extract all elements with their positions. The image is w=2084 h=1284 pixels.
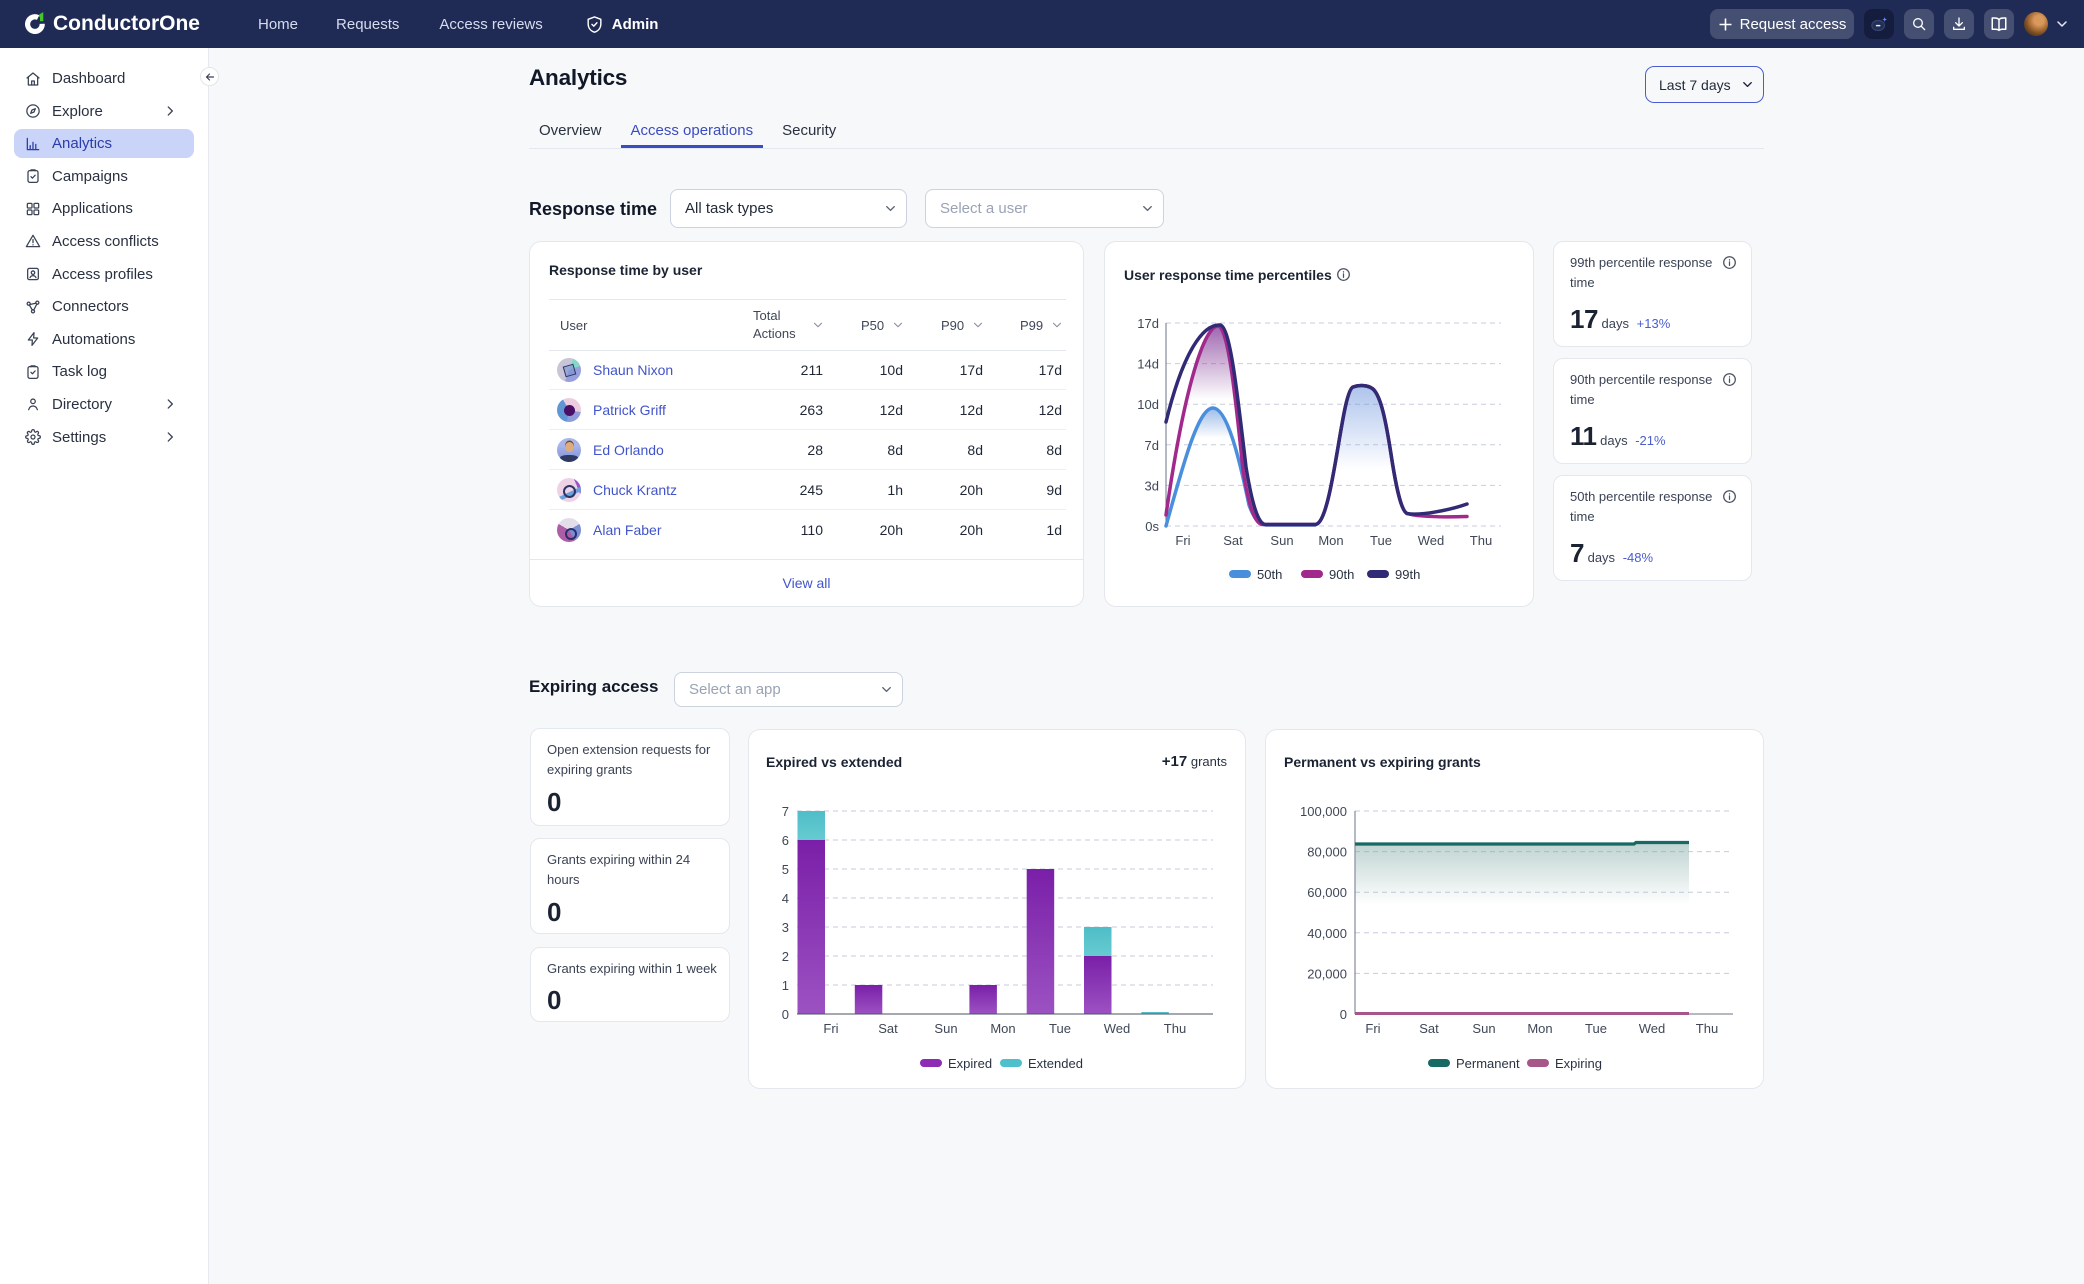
svg-text:1: 1 (782, 978, 789, 993)
svg-text:50th: 50th (1257, 567, 1282, 582)
svg-text:3: 3 (782, 920, 789, 935)
svg-text:14d: 14d (1137, 357, 1159, 372)
svg-text:Wed: Wed (1418, 533, 1445, 548)
svg-text:Extended: Extended (1028, 1056, 1083, 1071)
svg-text:Expiring: Expiring (1555, 1056, 1602, 1071)
svg-text:Permanent: Permanent (1456, 1056, 1520, 1071)
svg-text:2: 2 (782, 949, 789, 964)
svg-text:Mon: Mon (990, 1021, 1015, 1036)
svg-text:0: 0 (1340, 1007, 1347, 1022)
svg-text:Thu: Thu (1470, 533, 1492, 548)
svg-text:10d: 10d (1137, 397, 1159, 412)
svg-text:Sat: Sat (878, 1021, 898, 1036)
svg-text:99th: 99th (1395, 567, 1420, 582)
svg-text:80,000: 80,000 (1307, 845, 1347, 860)
svg-text:Fri: Fri (1175, 533, 1190, 548)
svg-text:Sun: Sun (1270, 533, 1293, 548)
svg-text:40,000: 40,000 (1307, 926, 1347, 941)
svg-text:6: 6 (782, 833, 789, 848)
svg-text:0: 0 (782, 1007, 789, 1022)
svg-text:100,000: 100,000 (1300, 804, 1347, 819)
svg-text:Sun: Sun (934, 1021, 957, 1036)
svg-text:Sun: Sun (1472, 1021, 1495, 1036)
svg-text:Tue: Tue (1049, 1021, 1071, 1036)
svg-text:Fri: Fri (823, 1021, 838, 1036)
svg-text:Tue: Tue (1585, 1021, 1607, 1036)
svg-text:Expired: Expired (948, 1056, 992, 1071)
svg-text:Sat: Sat (1419, 1021, 1439, 1036)
svg-text:Fri: Fri (1365, 1021, 1380, 1036)
svg-text:7d: 7d (1145, 438, 1159, 453)
svg-text:20,000: 20,000 (1307, 966, 1347, 981)
svg-text:Tue: Tue (1370, 533, 1392, 548)
svg-text:Wed: Wed (1104, 1021, 1131, 1036)
svg-text:60,000: 60,000 (1307, 885, 1347, 900)
svg-text:4: 4 (782, 891, 789, 906)
svg-text:Mon: Mon (1527, 1021, 1552, 1036)
svg-text:17d: 17d (1137, 316, 1159, 331)
svg-text:0s: 0s (1145, 519, 1159, 534)
svg-text:90th: 90th (1329, 567, 1354, 582)
svg-text:Mon: Mon (1318, 533, 1343, 548)
svg-text:3d: 3d (1145, 478, 1159, 493)
svg-text:5: 5 (782, 862, 789, 877)
svg-text:Thu: Thu (1164, 1021, 1186, 1036)
svg-text:Sat: Sat (1223, 533, 1243, 548)
svg-text:Wed: Wed (1639, 1021, 1666, 1036)
svg-text:Thu: Thu (1696, 1021, 1718, 1036)
svg-text:7: 7 (782, 804, 789, 819)
